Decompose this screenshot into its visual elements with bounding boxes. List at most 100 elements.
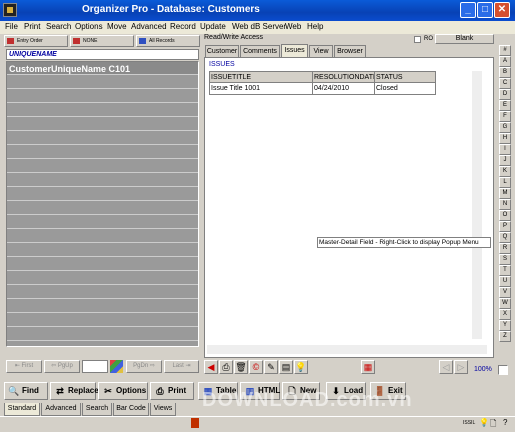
list-item[interactable] bbox=[7, 230, 198, 243]
minimize-button[interactable]: _ bbox=[460, 2, 476, 18]
alpha-j[interactable]: J bbox=[499, 155, 511, 166]
alpha-r[interactable]: R bbox=[499, 243, 511, 254]
alpha-c[interactable]: C bbox=[499, 78, 511, 89]
menu-web[interactable]: Web bbox=[285, 22, 301, 31]
list-item[interactable] bbox=[7, 258, 198, 271]
alpha-e[interactable]: E bbox=[499, 100, 511, 111]
menu-advanced[interactable]: Advanced bbox=[131, 22, 167, 31]
list-item[interactable] bbox=[7, 174, 198, 187]
menu-record[interactable]: Record bbox=[170, 22, 196, 31]
tab-advanced[interactable]: Advanced bbox=[41, 403, 81, 416]
replace-button[interactable]: ⇄ Replace bbox=[50, 382, 99, 400]
pgdn-button[interactable]: PgDn ⇨ bbox=[126, 360, 162, 373]
alpha-s[interactable]: S bbox=[499, 254, 511, 265]
alpha-l[interactable]: L bbox=[499, 177, 511, 188]
blank-button[interactable]: Blank bbox=[435, 34, 494, 44]
close-button[interactable]: ✕ bbox=[494, 2, 510, 18]
prev-icon[interactable]: ◁ bbox=[439, 360, 453, 374]
horizontal-scrollbar[interactable] bbox=[207, 345, 487, 354]
alpha-i[interactable]: I bbox=[499, 144, 511, 155]
list-item[interactable] bbox=[7, 90, 198, 103]
alpha-y[interactable]: Y bbox=[499, 320, 511, 331]
menu-print[interactable]: Print bbox=[24, 22, 40, 31]
list-item[interactable] bbox=[7, 76, 198, 89]
list-item[interactable] bbox=[7, 328, 198, 341]
menu-file[interactable]: File bbox=[5, 22, 18, 31]
first-button[interactable]: ⇤ First bbox=[6, 360, 42, 373]
goto-input[interactable] bbox=[82, 360, 108, 373]
arrow-left-icon[interactable]: ◀ bbox=[204, 360, 218, 374]
tab-issues[interactable]: Issues bbox=[281, 44, 308, 58]
print-button[interactable]: ⎙ Print bbox=[150, 382, 194, 400]
app-icon[interactable] bbox=[3, 3, 17, 17]
alpha-w[interactable]: W bbox=[499, 298, 511, 309]
lightbulb-icon[interactable]: 💡 bbox=[294, 360, 308, 374]
maximize-button[interactable]: □ bbox=[477, 2, 493, 18]
list-item[interactable] bbox=[7, 146, 198, 159]
tab-search[interactable]: Search bbox=[82, 403, 112, 416]
record-list[interactable]: CustomerUniqueName C101 bbox=[6, 61, 199, 347]
menu-move[interactable]: Move bbox=[107, 22, 127, 31]
list-item[interactable] bbox=[7, 118, 198, 131]
next-icon[interactable]: ▷ bbox=[454, 360, 468, 374]
alpha-u[interactable]: U bbox=[499, 276, 511, 287]
col-issuetitle[interactable]: ISSUETITLE bbox=[209, 71, 313, 83]
col-resolutiondate[interactable]: RESOLUTIONDATE bbox=[313, 71, 375, 83]
copy-icon[interactable]: © bbox=[249, 360, 263, 374]
list-item[interactable] bbox=[7, 286, 198, 299]
alpha-v[interactable]: V bbox=[499, 287, 511, 298]
alpha-q[interactable]: Q bbox=[499, 232, 511, 243]
alpha-m[interactable]: M bbox=[499, 188, 511, 199]
alpha-p[interactable]: P bbox=[499, 221, 511, 232]
pgup-button[interactable]: ⇦ PgUp bbox=[44, 360, 80, 373]
list-item[interactable] bbox=[7, 314, 198, 327]
color-grid-icon[interactable] bbox=[110, 360, 123, 373]
report-icon[interactable]: ▦ bbox=[361, 360, 375, 374]
options-button[interactable]: ✂ Options bbox=[98, 382, 148, 400]
cell-issuetitle[interactable]: Issue Title 1001 bbox=[209, 83, 313, 95]
alpha-hash[interactable]: # bbox=[499, 45, 511, 56]
list-item[interactable] bbox=[7, 104, 198, 117]
alpha-h[interactable]: H bbox=[499, 133, 511, 144]
last-button[interactable]: Last ⇥ bbox=[164, 360, 199, 373]
col-status[interactable]: STATUS bbox=[375, 71, 436, 83]
vertical-scrollbar[interactable] bbox=[472, 71, 482, 339]
paste-icon[interactable]: ▤ bbox=[279, 360, 293, 374]
list-item[interactable] bbox=[7, 202, 198, 215]
alpha-n[interactable]: N bbox=[499, 199, 511, 210]
tab-standard[interactable]: Standard bbox=[4, 403, 40, 416]
find-button[interactable]: 🔍 Find bbox=[4, 382, 48, 400]
list-item[interactable] bbox=[7, 272, 198, 285]
menu-search[interactable]: Search bbox=[46, 22, 71, 31]
alpha-f[interactable]: F bbox=[499, 111, 511, 122]
printer-icon[interactable]: ⎙ bbox=[219, 360, 233, 374]
alpha-d[interactable]: D bbox=[499, 89, 511, 100]
tab-views[interactable]: Views bbox=[150, 403, 176, 416]
records-button[interactable]: All Records bbox=[136, 35, 200, 47]
menu-web-db-server[interactable]: Web dB Server bbox=[232, 22, 286, 31]
tab-bar-code[interactable]: Bar Code bbox=[113, 403, 149, 416]
edit-icon[interactable]: ✎ bbox=[264, 360, 278, 374]
trash-icon[interactable]: 🗑 bbox=[234, 360, 248, 374]
list-item[interactable] bbox=[7, 188, 198, 201]
alpha-z[interactable]: Z bbox=[499, 331, 511, 342]
alpha-g[interactable]: G bbox=[499, 122, 511, 133]
menu-update[interactable]: Update bbox=[200, 22, 226, 31]
alpha-k[interactable]: K bbox=[499, 166, 511, 177]
list-header[interactable]: UNIQUENAME bbox=[6, 49, 199, 60]
ro-checkbox[interactable] bbox=[414, 36, 421, 43]
menu-help[interactable]: Help bbox=[307, 22, 323, 31]
zoom-checkbox[interactable] bbox=[498, 365, 508, 375]
alpha-b[interactable]: B bbox=[499, 67, 511, 78]
menu-options[interactable]: Options bbox=[75, 22, 103, 31]
list-item[interactable] bbox=[7, 300, 198, 313]
filter-button[interactable]: NONE bbox=[70, 35, 134, 47]
sort-order-button[interactable]: Entry Order bbox=[4, 35, 68, 47]
list-item[interactable] bbox=[7, 216, 198, 229]
list-item[interactable] bbox=[7, 244, 198, 257]
list-item[interactable] bbox=[7, 132, 198, 145]
alpha-o[interactable]: O bbox=[499, 210, 511, 221]
cell-resolutiondate[interactable]: 04/24/2010 bbox=[313, 83, 375, 95]
cell-status[interactable]: Closed bbox=[375, 83, 436, 95]
list-item[interactable] bbox=[7, 160, 198, 173]
